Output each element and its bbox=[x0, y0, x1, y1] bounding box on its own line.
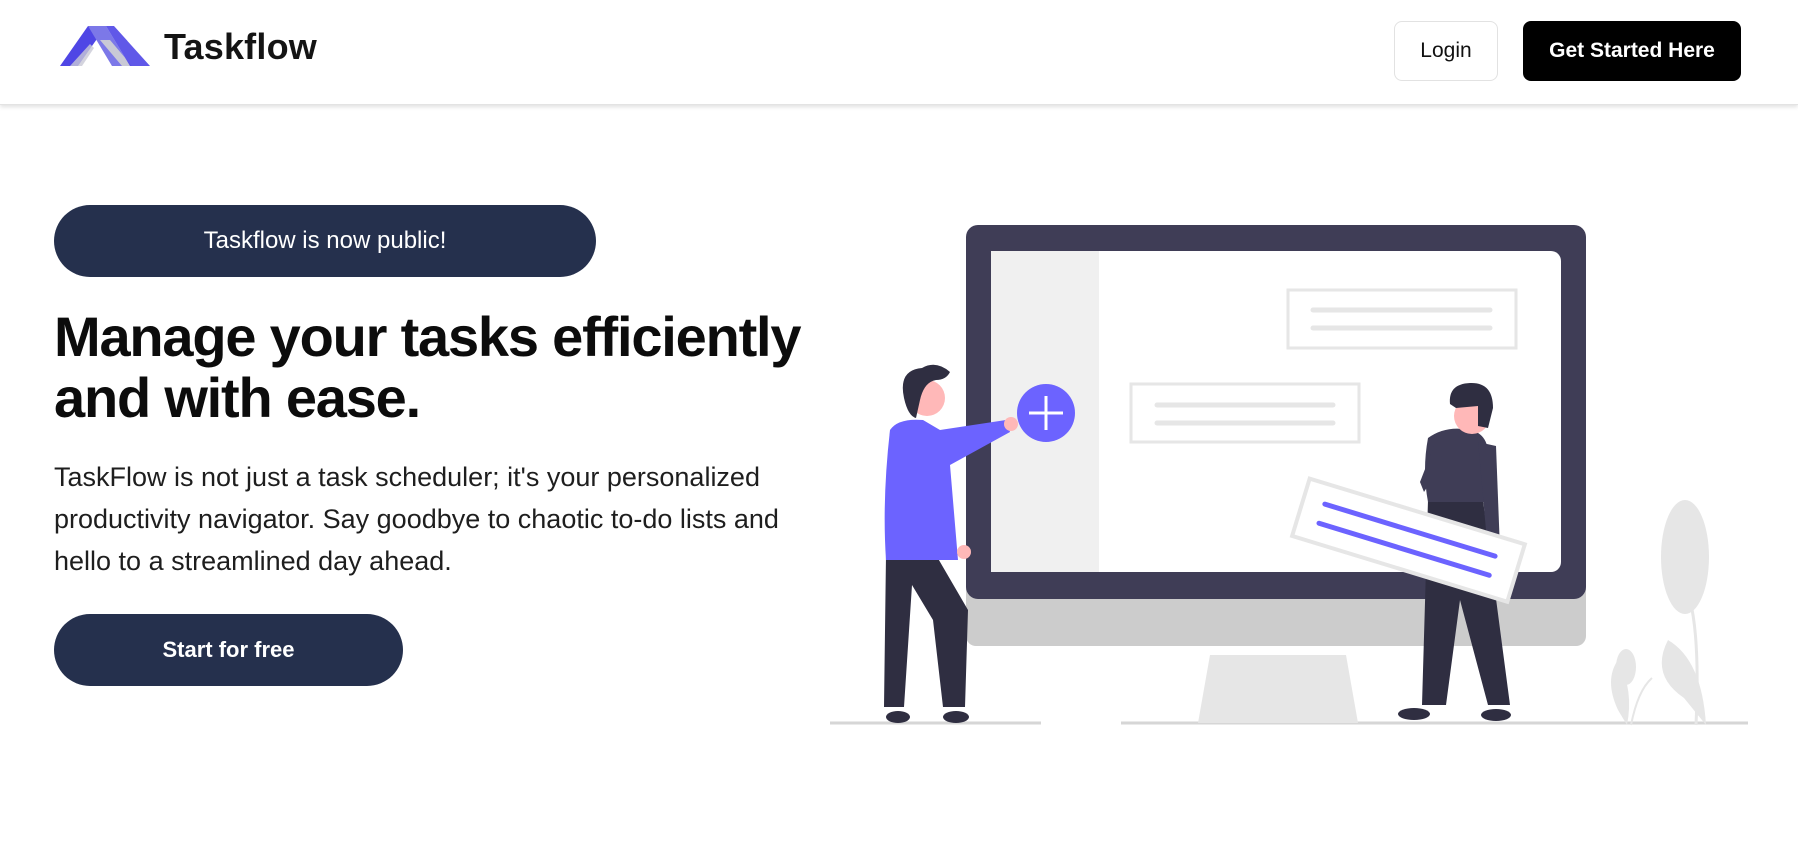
login-button[interactable]: Login bbox=[1394, 21, 1498, 81]
hero-headline: Manage your tasks efficiently and with e… bbox=[54, 305, 802, 429]
get-started-button[interactable]: Get Started Here bbox=[1523, 21, 1741, 81]
hero-subtext: TaskFlow is not just a task scheduler; i… bbox=[54, 462, 779, 576]
brand[interactable]: Taskflow bbox=[60, 22, 317, 72]
taskflow-logo-icon bbox=[60, 26, 150, 66]
announcement-badge[interactable]: Taskflow is now public! bbox=[54, 205, 596, 277]
brand-name: Taskflow bbox=[164, 26, 317, 67]
navbar: Taskflow Login Get Started Here bbox=[0, 0, 1798, 105]
task-board-illustration-icon bbox=[830, 225, 1748, 726]
start-for-free-button[interactable]: Start for free bbox=[54, 614, 403, 686]
